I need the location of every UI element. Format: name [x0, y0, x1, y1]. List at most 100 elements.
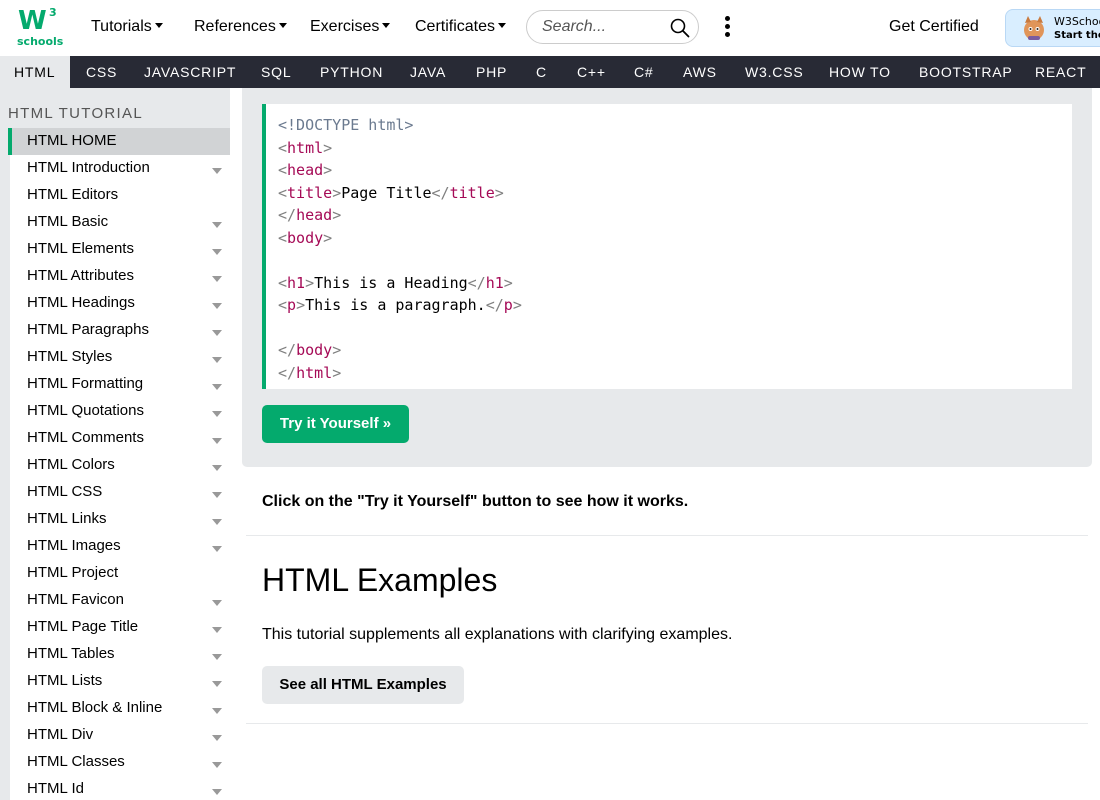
dropdown-arrow-icon[interactable] — [212, 708, 222, 714]
sidebar-item[interactable]: HTML Introduction — [8, 155, 230, 182]
sidebar-item[interactable]: HTML Formatting — [8, 371, 230, 398]
code-token: < — [278, 296, 288, 314]
sidebar-item[interactable]: HTML Classes — [8, 749, 230, 776]
sidebar-item-label: HTML Block & Inline — [27, 699, 163, 716]
subject-tab-html[interactable]: HTML — [0, 56, 70, 88]
sidebar-item-label: HTML Div — [27, 726, 94, 743]
dropdown-arrow-icon[interactable] — [212, 492, 222, 498]
subject-tab-sql[interactable]: SQL — [247, 56, 305, 88]
subject-tab-react[interactable]: REACT — [1021, 56, 1100, 88]
code-token: > — [323, 228, 333, 247]
sidebar-item[interactable]: HTML Attributes — [8, 263, 230, 290]
menu-tutorials[interactable]: Tutorials — [91, 18, 163, 36]
search-icon[interactable] — [670, 18, 690, 38]
dropdown-arrow-icon[interactable] — [212, 627, 222, 633]
subject-tab-w3css[interactable]: W3.CSS — [731, 56, 817, 88]
sidebar-heading: HTML TUTORIAL — [8, 105, 143, 122]
dropdown-arrow-icon[interactable] — [212, 384, 222, 390]
subject-tab-php[interactable]: PHP — [462, 56, 521, 88]
sidebar-item[interactable]: HTML Paragraphs — [8, 317, 230, 344]
subject-tab-csharp[interactable]: C# — [620, 56, 668, 88]
dropdown-arrow-icon[interactable] — [212, 735, 222, 741]
dropdown-arrow-icon[interactable] — [212, 168, 222, 174]
get-certified-link[interactable]: Get Certified — [889, 18, 979, 36]
dropdown-arrow-icon[interactable] — [212, 654, 222, 660]
subject-tab-cpp[interactable]: C++ — [563, 56, 620, 88]
dropdown-arrow-icon[interactable] — [212, 762, 222, 768]
dropdown-arrow-icon[interactable] — [212, 465, 222, 471]
sidebar-item[interactable]: HTML Tables — [8, 641, 230, 668]
dropdown-arrow-icon[interactable] — [212, 681, 222, 687]
search-box — [526, 10, 699, 44]
menu-references[interactable]: References — [194, 18, 287, 36]
subject-tab-css[interactable]: CSS — [72, 56, 131, 88]
sidebar-item[interactable]: HTML Headings — [8, 290, 230, 317]
code-token: < — [278, 138, 288, 157]
code-token: </ — [467, 273, 486, 292]
subject-tab-javascript[interactable]: JAVASCRIPT — [130, 56, 250, 88]
sidebar-item-label: HTML Comments — [27, 429, 144, 446]
sidebar-item-label: HTML Paragraphs — [27, 321, 149, 338]
sidebar-item[interactable]: HTML Quotations — [8, 398, 230, 425]
subject-tab-java[interactable]: JAVA — [396, 56, 460, 88]
sidebar-item[interactable]: HTML Links — [8, 506, 230, 533]
dropdown-arrow-icon[interactable] — [212, 303, 222, 309]
sidebar-item[interactable]: HTML Elements — [8, 236, 230, 263]
menu-certificates[interactable]: Certificates — [415, 18, 507, 36]
dropdown-arrow-icon[interactable] — [212, 546, 222, 552]
sidebar-item[interactable]: HTML HOME — [8, 128, 230, 155]
dropdown-arrow-icon[interactable] — [212, 600, 222, 606]
dropdown-arrow-icon[interactable] — [212, 222, 222, 228]
dropdown-arrow-icon[interactable] — [212, 276, 222, 282]
see-all-examples-button[interactable]: See all HTML Examples — [262, 666, 464, 704]
sidebar-item[interactable]: HTML CSS — [8, 479, 230, 506]
search-input[interactable] — [542, 18, 662, 36]
subject-navbar: HTML CSS JAVASCRIPT SQL PYTHON JAVA PHP … — [0, 56, 1100, 88]
menu-exercises[interactable]: Exercises — [310, 18, 391, 36]
subject-tab-python[interactable]: PYTHON — [306, 56, 397, 88]
sidebar-item-label: HTML Headings — [27, 294, 135, 311]
examples-description: This tutorial supplements all explanatio… — [262, 626, 733, 643]
code-line: <html> — [278, 137, 1072, 160]
sidebar: HTML TUTORIAL HTML HOME HTML Introduction… — [0, 88, 230, 800]
sidebar-item[interactable]: HTML Colors — [8, 452, 230, 479]
code-token: Page Title — [341, 183, 432, 202]
code-token: > — [332, 363, 342, 382]
sidebar-item[interactable]: HTML Project — [8, 560, 230, 587]
more-options-icon[interactable] — [720, 16, 734, 40]
dropdown-arrow-icon[interactable] — [212, 357, 222, 363]
subject-tab-c[interactable]: C — [522, 56, 561, 88]
sidebar-item[interactable]: HTML Id — [8, 776, 230, 800]
academy-promo-button[interactable]: W3Schools Academy Start the academy — [1005, 9, 1100, 47]
code-token: < — [278, 161, 288, 179]
sidebar-item[interactable]: HTML Editors — [8, 182, 230, 209]
divider — [246, 535, 1088, 536]
dropdown-arrow-icon[interactable] — [212, 249, 222, 255]
w3schools-logo[interactable]: W 3 schools — [16, 6, 64, 48]
sidebar-item-label: HTML Colors — [27, 456, 115, 473]
sidebar-item[interactable]: HTML Favicon — [8, 587, 230, 614]
dropdown-arrow-icon[interactable] — [212, 330, 222, 336]
sidebar-item[interactable]: HTML Images — [8, 533, 230, 560]
dropdown-arrow-icon[interactable] — [212, 438, 222, 444]
dropdown-arrow-icon[interactable] — [212, 789, 222, 795]
sidebar-item-label: HTML Elements — [27, 240, 134, 257]
sidebar-item[interactable]: HTML Styles — [8, 344, 230, 371]
sidebar-item[interactable]: HTML Div — [8, 722, 230, 749]
logo-subtext: schools — [17, 35, 64, 48]
sidebar-item[interactable]: HTML Block & Inline — [8, 695, 230, 722]
subject-tab-aws[interactable]: AWS — [669, 56, 731, 88]
dropdown-arrow-icon[interactable] — [212, 411, 222, 417]
sidebar-item[interactable]: HTML Comments — [8, 425, 230, 452]
sidebar-item[interactable]: HTML Basic — [8, 209, 230, 236]
caret-down-icon — [154, 23, 163, 28]
example-box: <!DOCTYPE html> <html> <head> <title>Page T… — [242, 88, 1092, 467]
sidebar-item-label: HTML Links — [27, 510, 107, 527]
dropdown-arrow-icon[interactable] — [212, 519, 222, 525]
subject-tab-bootstrap[interactable]: BOOTSTRAP — [905, 56, 1027, 88]
try-it-yourself-button[interactable]: Try it Yourself » — [262, 405, 409, 443]
sidebar-item[interactable]: HTML Lists — [8, 668, 230, 695]
subject-tab-howto[interactable]: HOW TO — [815, 56, 905, 88]
sidebar-item[interactable]: HTML Page Title — [8, 614, 230, 641]
